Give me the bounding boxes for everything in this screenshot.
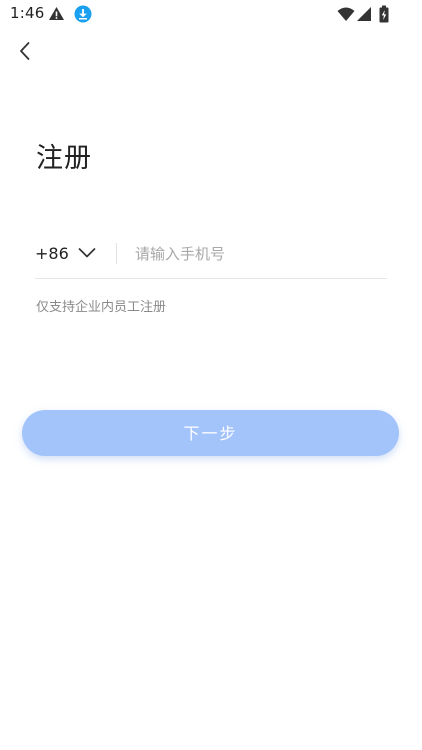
wifi-icon <box>337 7 355 21</box>
phone-number-input[interactable] <box>135 240 383 268</box>
page-title: 注册 <box>36 143 92 174</box>
next-step-button[interactable]: 下一步 <box>22 410 399 456</box>
status-time: 1:46 <box>10 4 45 22</box>
registration-hint: 仅支持企业内员工注册 <box>36 300 167 315</box>
download-icon <box>74 5 92 23</box>
chevron-down-icon <box>78 248 96 258</box>
status-bar: 1:46 <box>0 0 422 28</box>
warning-icon <box>49 7 64 20</box>
country-code-label: +86 <box>35 244 69 263</box>
battery-icon <box>379 5 389 23</box>
phone-divider <box>116 243 117 264</box>
signal-icon <box>357 7 371 21</box>
country-code-selector[interactable]: +86 <box>35 236 101 272</box>
back-button[interactable] <box>10 36 40 66</box>
phone-input-row: +86 <box>35 236 387 279</box>
chevron-left-icon <box>20 42 30 60</box>
